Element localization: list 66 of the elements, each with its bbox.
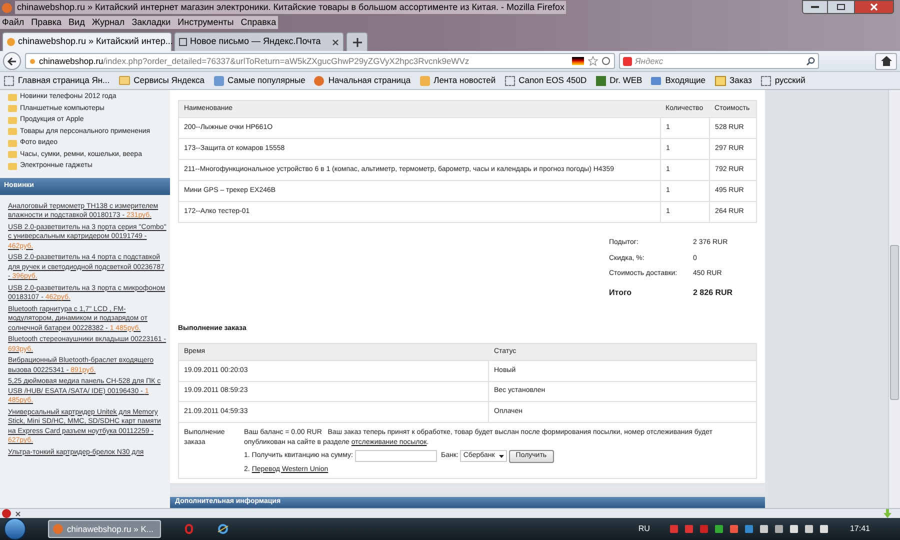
menu-item[interactable]: Вид [68,16,85,30]
close-tab-button[interactable] [332,38,339,46]
browser-tab[interactable]: Новое письмо — Яндекс.Почта [174,32,344,51]
bookmark-link[interactable]: Dr. WEB [610,74,642,87]
back-button[interactable] [3,52,21,70]
menu-item[interactable]: Правка [31,16,62,30]
bookmark-link[interactable]: Начальная страница [328,74,411,87]
page-icon [7,38,15,46]
bookmark-link[interactable]: русский [774,74,806,87]
globe-icon [53,524,63,534]
maximize-button[interactable] [828,0,854,14]
spider-icon [596,76,606,86]
caret-icon [498,454,504,458]
scrollbar[interactable] [888,90,900,508]
folder-icon [118,76,130,85]
total-label: Итого [609,286,633,298]
bookmark-link[interactable]: Canon EOS 450D [518,74,587,87]
language-indicator[interactable]: RU [638,523,650,535]
menu-item[interactable]: Справка [240,16,276,30]
browser-tab[interactable]: chinawebshop.ru » Китайский интер... [2,32,172,51]
menu-item[interactable]: Файл [2,16,24,30]
globe-ring-icon[interactable] [217,523,229,535]
new-tab-button[interactable] [346,32,368,51]
bookmark-link[interactable]: Входящие [665,74,706,87]
back-arrow-icon [7,56,17,66]
bookmark-link[interactable]: Лента новостей [434,74,496,87]
search-icon[interactable] [806,56,815,66]
window-title: chinawebshop.ru » Китайский интернет магазин электроники. Китайские товары в большом ассортименте из Китая. - Mozilla Firefox [15,0,566,14]
close-icon [870,3,878,11]
magnifier-icon [214,76,224,86]
start-button[interactable] [4,518,26,540]
bookmark-link[interactable]: Главная страница Ян... [18,74,110,87]
tag-icon [714,76,726,86]
site-icon [30,58,35,64]
firefox-icon [2,2,12,12]
search-engine-icon [623,56,632,66]
stop-sign-icon[interactable] [2,509,11,518]
menu-item[interactable]: Закладки [132,16,171,30]
flag-icon [572,57,584,65]
home-button[interactable] [875,52,897,70]
close-icon[interactable] [15,510,21,516]
taskbar-button[interactable]: chinawebshop.ru » K... [48,520,161,538]
scroll-thumb[interactable] [890,245,899,400]
address-field[interactable]: chinawebshop.ru/index.php?order_detailed=76337&urlToReturn=aW5kZXgucGhwP29yZGVyX2hpc3Rvcnk9eWVz [25,53,615,69]
menu-item[interactable]: Журнал [92,16,125,30]
bookmark-link[interactable]: Сервисы Яндекса [134,74,205,87]
close-button[interactable] [854,0,894,14]
envelope-icon [651,76,662,84]
bookmark-link[interactable]: Заказ [730,74,752,87]
blank-page-icon [504,76,515,86]
home-icon [880,56,892,66]
amount-field[interactable] [354,450,437,462]
minimize-button[interactable] [802,0,828,14]
total-value: 2 826 RUR [693,286,734,298]
bookmark-link[interactable]: Самые популярные [228,74,306,87]
clock[interactable]: 17:41 [850,523,870,535]
blank-page-icon [760,76,771,86]
page-icon [179,38,187,46]
blank-page-icon [4,76,14,86]
reload-icon[interactable] [602,57,610,65]
plus-icon [352,38,362,46]
feed-icon [420,76,430,86]
star-icon[interactable] [588,56,598,66]
menu-item[interactable]: Инструменты [178,16,234,30]
globe-icon [314,76,324,86]
ring-icon[interactable] [185,524,193,534]
